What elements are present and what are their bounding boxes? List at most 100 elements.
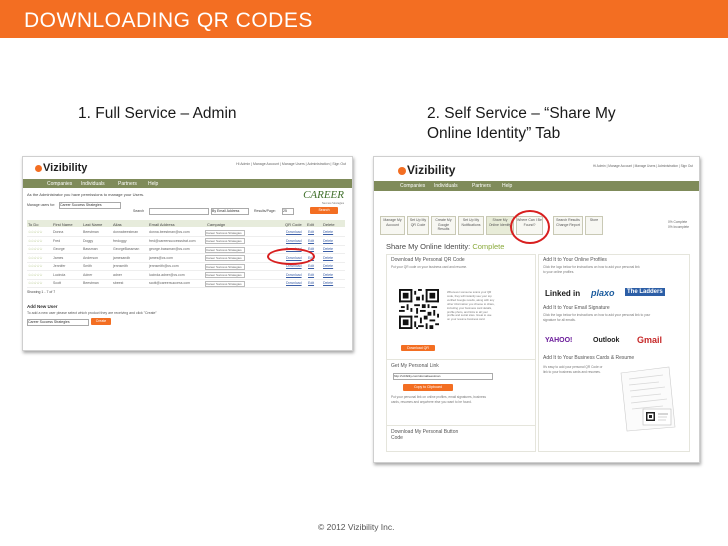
row-campaign-select[interactable]: Career Success Strategies <box>205 280 245 287</box>
row-edit-link[interactable]: Edit <box>308 273 314 277</box>
share-status: Complete <box>472 242 505 251</box>
row-email: lucinda.adner@cs.com <box>149 272 185 277</box>
col-qr-code: QR Code <box>285 221 302 227</box>
row-campaign-select[interactable]: Career Success Strategies <box>205 246 245 253</box>
results-per-page-select[interactable]: 25 <box>282 208 294 215</box>
slide-title: DOWNLOADING QR CODES <box>24 9 313 32</box>
section-1-heading: 1. Full Service – Admin <box>78 105 237 122</box>
row-stars: ☆☆☆☆☆ <box>28 264 43 268</box>
manage-users-label: Manage users for: <box>27 203 56 207</box>
row-delete-link[interactable]: Delete <box>323 264 333 268</box>
row-campaign-select[interactable]: Career Success Strategies <box>205 238 245 244</box>
row-first-name: Lucinda <box>53 272 66 277</box>
row-edit-link[interactable]: Edit <box>308 281 314 285</box>
tab-store[interactable]: Store <box>585 216 603 235</box>
row-alias: adner <box>113 272 122 277</box>
col-email[interactable]: Email Address <box>149 222 175 227</box>
nav-companies[interactable]: Companies <box>47 181 72 187</box>
button-code-title[interactable]: Download My Personal Button Code <box>391 429 471 441</box>
tab-setup-qr[interactable]: Set Up My QR Code <box>407 216 429 235</box>
search-input[interactable] <box>149 208 209 215</box>
row-qr-download-link[interactable]: Download <box>286 281 302 285</box>
tab-google-results[interactable]: Create My Google Results <box>431 216 456 235</box>
row-stars: ☆☆☆☆☆ <box>28 255 43 260</box>
row-alias: jennsmith <box>113 264 128 268</box>
vizibility-logo: Vizibility <box>35 162 87 174</box>
personal-link-input[interactable]: http://vizibility.com/donnabeestman <box>393 373 493 380</box>
nav-help[interactable]: Help <box>148 181 158 187</box>
nav-partners[interactable]: Partners <box>118 181 137 187</box>
row-campaign-select[interactable]: Career Success Strategies <box>205 255 245 261</box>
row-delete-link[interactable]: Delete <box>323 281 333 285</box>
business-cards-title: Add It to Your Business Cards & Resume <box>543 355 635 361</box>
row-delete-link[interactable]: Delete <box>323 230 333 234</box>
row-alias: fredoggy <box>113 238 127 243</box>
qr-code-image <box>399 289 439 329</box>
row-edit-link[interactable]: Edit <box>308 230 314 234</box>
email-filter-select[interactable]: By Email Address <box>211 208 249 215</box>
email-signature-text: Click the logo below for instructions on… <box>543 313 651 322</box>
results-per-page-label: Results/Page: <box>254 209 276 213</box>
nav-individuals[interactable]: Individuals <box>81 181 105 187</box>
row-qr-download-link[interactable]: Download <box>286 273 302 277</box>
logo-dot-icon <box>35 164 42 172</box>
nav-individuals[interactable]: Individuals <box>434 183 458 189</box>
col-last-name[interactable]: Last Name <box>83 222 102 227</box>
row-campaign-select[interactable]: Career Success Strategies <box>205 229 245 236</box>
search-button[interactable]: Search <box>310 207 338 214</box>
row-delete-link[interactable]: Delete <box>323 273 333 277</box>
linkedin-logo-icon[interactable]: Linked in <box>545 289 580 298</box>
copy-to-clipboard-button[interactable]: Copy to Clipboard <box>403 384 453 391</box>
row-campaign-select[interactable]: Career Success Strategies <box>205 272 245 278</box>
row-campaign-select[interactable]: Career Success Strategies <box>205 263 245 270</box>
download-qr-button[interactable]: Download QR <box>401 345 435 351</box>
tab-notifications[interactable]: Set Up My Notifications <box>458 216 484 235</box>
row-qr-download-link[interactable]: Download <box>286 230 302 234</box>
col-delete: Delete <box>323 221 335 227</box>
nav-partners[interactable]: Partners <box>472 183 491 189</box>
gmail-logo-icon[interactable]: Gmail <box>637 335 662 345</box>
row-alias: sbeest <box>113 281 124 285</box>
completion-status: 0% Complete 0% Incomplete <box>668 220 690 229</box>
manage-users-select[interactable]: Career Success Strategies <box>59 202 121 209</box>
plaxo-logo-icon[interactable]: plaxo <box>591 288 615 298</box>
row-first-name: George <box>53 247 65 251</box>
ladders-logo-icon[interactable]: The Ladders <box>625 288 665 296</box>
row-stars: ☆☆☆☆☆ <box>28 272 43 277</box>
self-top-links[interactable]: Hi Admin | Manage Account | Manage Users… <box>593 164 693 168</box>
section-2-heading-line1: 2. Self Service – “Share My <box>427 105 616 122</box>
divider <box>387 425 535 426</box>
nav-companies[interactable]: Companies <box>400 183 425 189</box>
nav-help[interactable]: Help <box>502 183 512 189</box>
create-button[interactable]: Create <box>91 318 111 325</box>
col-alias[interactable]: Alias <box>113 222 122 227</box>
row-email: scott@careersuccess.com <box>149 281 191 285</box>
yahoo-mail-logo-icon[interactable]: YAHOO! <box>545 337 572 344</box>
tab-search-report[interactable]: Search Results Change Report <box>553 216 583 235</box>
row-delete-link[interactable]: Delete <box>323 247 333 251</box>
row-last-name: Smith <box>83 264 92 268</box>
business-cards-text: It's easy to add your personal QR Code o… <box>543 365 603 374</box>
outlook-logo-icon[interactable]: Outlook <box>593 337 619 344</box>
row-last-name: Anderson <box>83 255 98 260</box>
admin-header: Vizibility Hi Admin | Manage Account | M… <box>23 157 352 179</box>
add-user-description: To add a new user please select which pr… <box>27 311 157 315</box>
col-first-name[interactable]: First Name <box>53 222 73 227</box>
row-alias: jamesandb <box>113 255 131 260</box>
tab-manage-account[interactable]: Manage My Account <box>380 216 405 235</box>
row-edit-link[interactable]: Edit <box>308 239 314 243</box>
row-delete-link[interactable]: Delete <box>323 256 333 260</box>
col-todo: To Do <box>28 221 39 227</box>
row-first-name: Jennifer <box>53 264 66 268</box>
row-delete-link[interactable]: Delete <box>323 239 333 243</box>
row-edit-link[interactable]: Edit <box>308 264 314 268</box>
row-qr-download-link[interactable]: Download <box>286 239 302 243</box>
self-nav: Companies Individuals Partners Help <box>374 181 699 191</box>
admin-top-links[interactable]: Hi Admin | Manage Account | Manage Users… <box>236 162 346 166</box>
logo-dot-icon <box>398 166 406 175</box>
admin-nav: Companies Individuals Partners Help <box>23 179 352 188</box>
row-first-name: Fred <box>53 238 61 243</box>
vizibility-logo: Vizibility <box>398 163 455 177</box>
row-last-name: Bassman <box>83 247 98 251</box>
add-user-product-select[interactable]: Career Success Strategies <box>27 319 89 326</box>
